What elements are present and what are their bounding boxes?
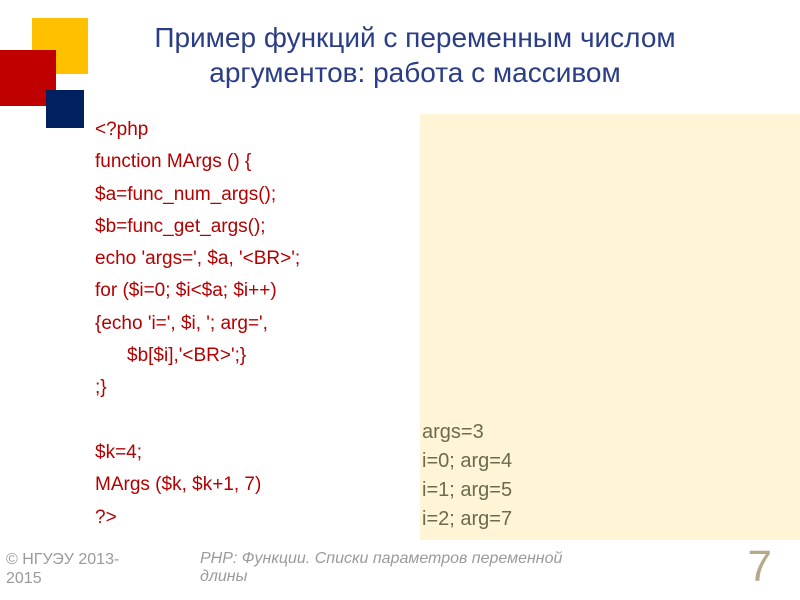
code-line: $a=func_num_args(); — [95, 179, 420, 211]
decor-square-blue — [46, 90, 84, 128]
footer-copyright: © НГУЭУ 2013- 2015 — [6, 550, 119, 588]
output-column: args=3 i=0; arg=4 i=1; arg=5 i=2; arg=7 — [420, 114, 800, 540]
copyright-line-2: 2015 — [6, 569, 119, 588]
footer-subtitle: PHP: Функции. Списки параметров переменн… — [200, 550, 600, 586]
code-line: $k=4; — [95, 437, 420, 469]
title-line-1: Пример функций с переменным числом — [90, 20, 740, 55]
code-line: ;} — [95, 372, 420, 404]
page-number: 7 — [748, 542, 772, 592]
output-line: args=3 — [422, 418, 512, 447]
code-line: echo 'args=', $a, '<BR>'; — [95, 243, 420, 275]
code-line: MArgs ($k, $k+1, 7) — [95, 469, 420, 501]
output-line: i=1; arg=5 — [422, 476, 512, 505]
code-line: {echo 'i=', $i, '; arg=', — [95, 308, 420, 340]
code-line — [95, 405, 420, 437]
code-line: function MArgs () { — [95, 146, 420, 178]
output-line: i=0; arg=4 — [422, 447, 512, 476]
code-line: $b[$i],'<BR>';} — [95, 340, 420, 372]
code-line: ?> — [95, 502, 420, 534]
output-block: args=3 i=0; arg=4 i=1; arg=5 i=2; arg=7 — [422, 418, 512, 534]
output-line: i=2; arg=7 — [422, 505, 512, 534]
title-line-2: аргументов: работа с массивом — [90, 55, 740, 90]
code-line: $b=func_get_args(); — [95, 211, 420, 243]
slide-title: Пример функций с переменным числом аргум… — [0, 0, 800, 102]
code-column: <?php function MArgs () { $a=func_num_ar… — [0, 114, 420, 540]
code-line: for ($i=0; $i<$a; $i++) — [95, 275, 420, 307]
copyright-line-1: © НГУЭУ 2013- — [6, 550, 119, 569]
slide-content: <?php function MArgs () { $a=func_num_ar… — [0, 102, 800, 540]
code-line: <?php — [95, 114, 420, 146]
